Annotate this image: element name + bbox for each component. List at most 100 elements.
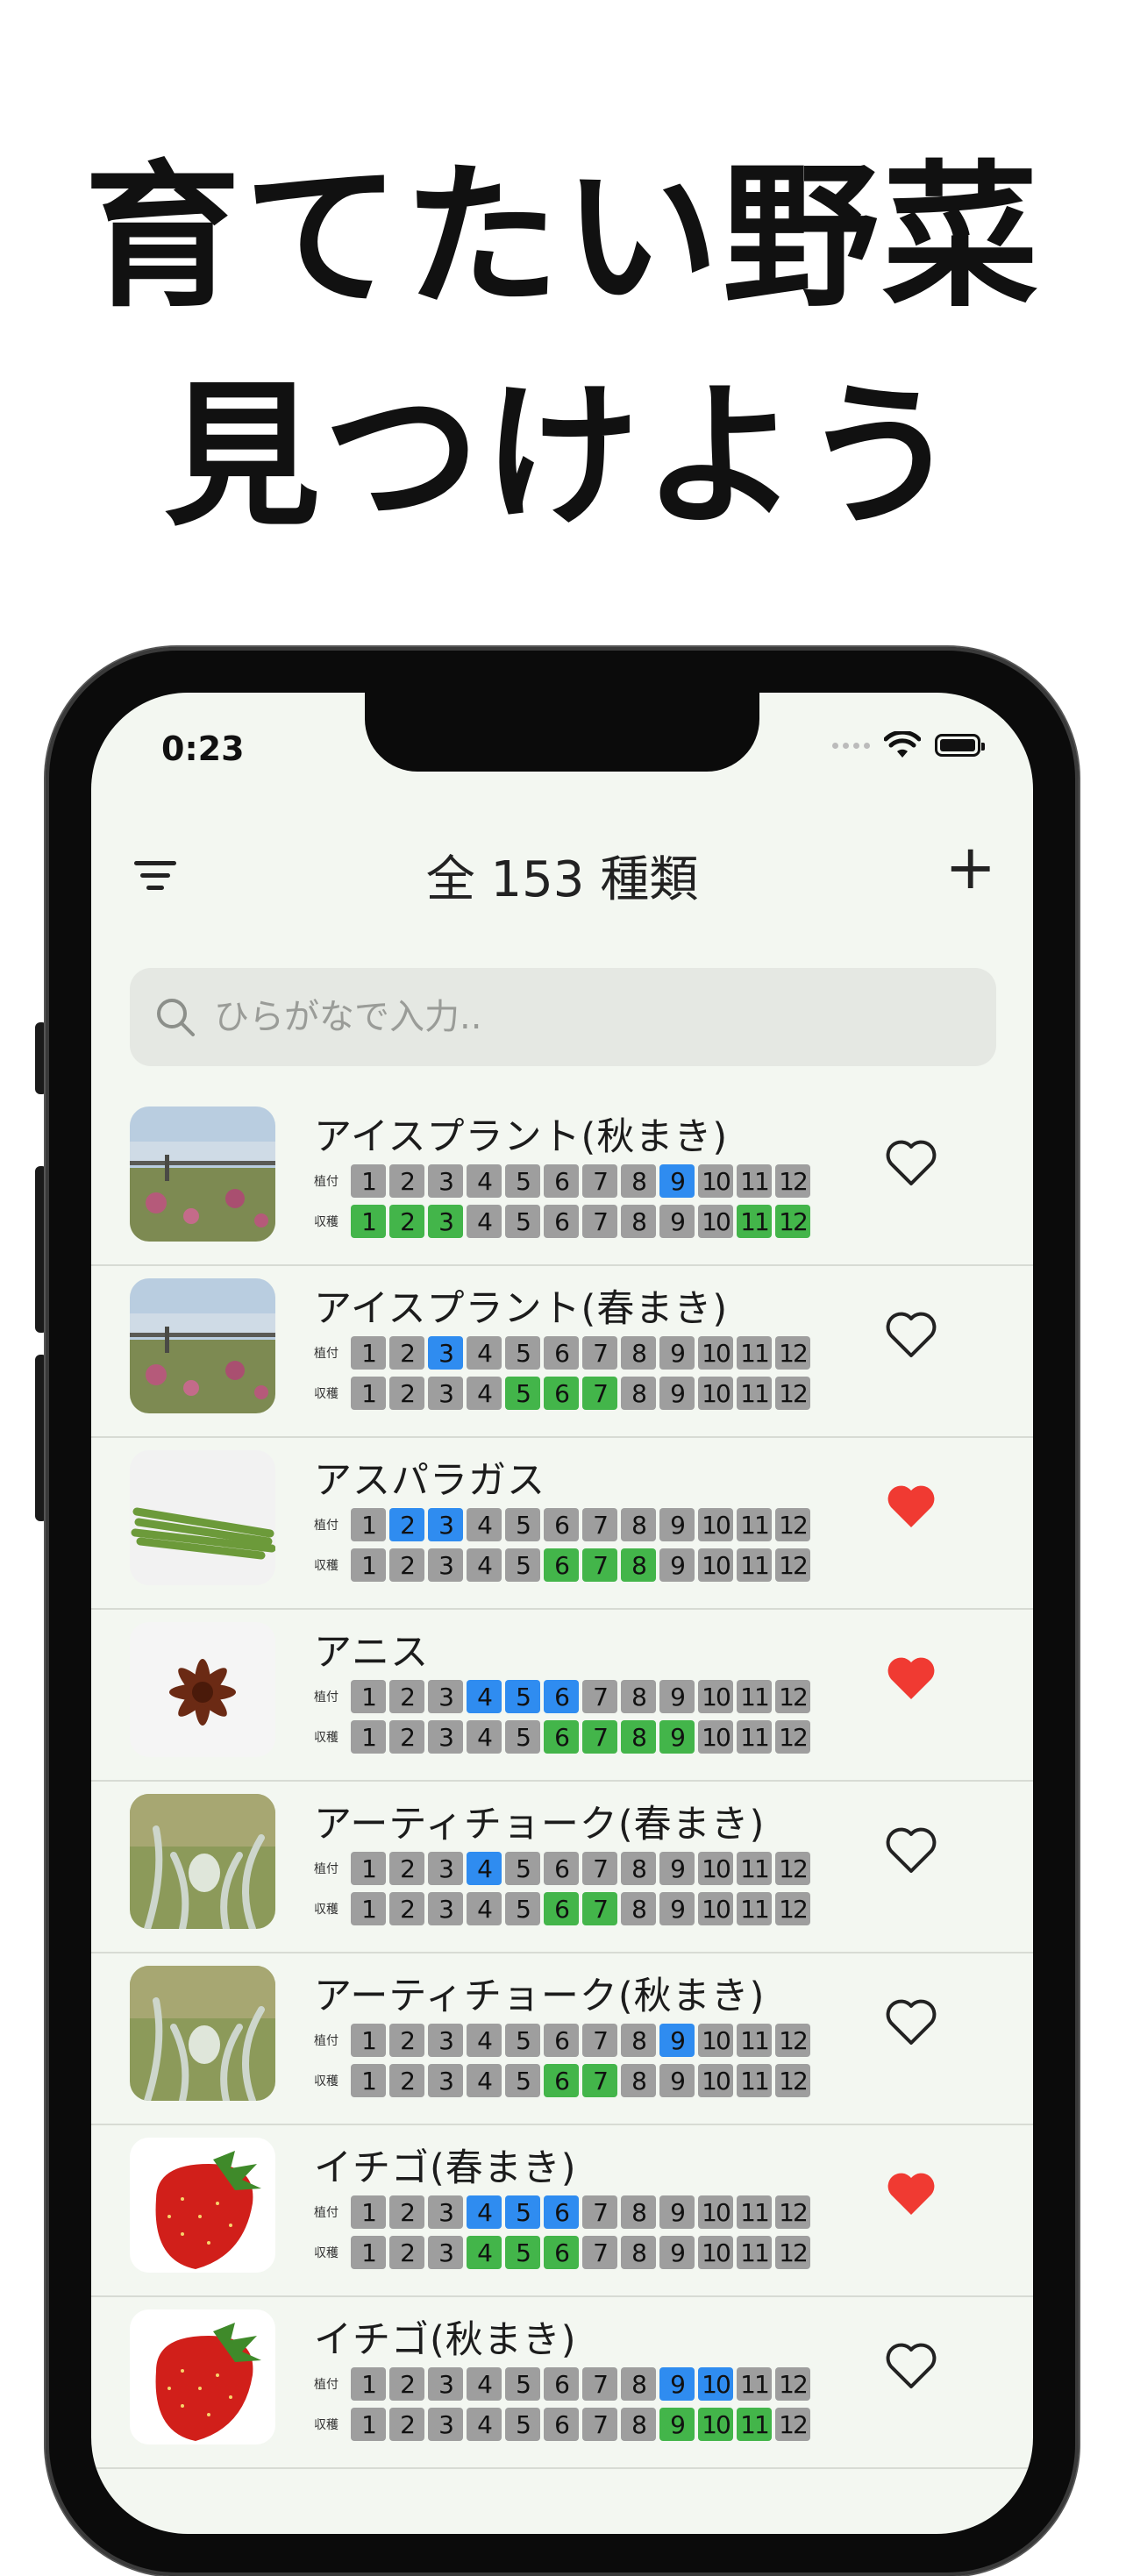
vegetable-name: アーティチョーク(春まき) — [314, 1803, 766, 1847]
heart-filled-icon[interactable] — [884, 2167, 938, 2218]
status-time: 0:23 — [161, 729, 245, 768]
month-cell: 5 — [505, 1720, 540, 1754]
list-item[interactable]: イチゴ(春まき) 植付 1 2 3 4 5 6 7 8 9 10 11 12 収穫 1 2 3 4 5 6 7 8 9 10 11… — [91, 2125, 1033, 2297]
month-cell: 2 — [389, 2024, 424, 2057]
sow-calendar-label: 植付 — [314, 1175, 339, 1189]
month-cell: 4 — [467, 2408, 502, 2441]
month-cell: 9 — [659, 1892, 695, 1925]
month-cell: 6 — [544, 1164, 579, 1198]
month-cell: 9 — [659, 1548, 695, 1582]
month-cell: 1 — [351, 1548, 386, 1582]
month-cell: 1 — [351, 2408, 386, 2441]
month-cell: 3 — [428, 2408, 463, 2441]
heart-outline-icon[interactable] — [884, 1824, 938, 1875]
month-cell: 9 — [659, 2236, 695, 2269]
search-icon — [157, 999, 195, 1036]
month-cell: 6 — [544, 1852, 579, 1885]
vegetable-name: イチゴ(春まき) — [314, 2146, 577, 2190]
month-cell: 5 — [505, 1164, 540, 1198]
month-cell: 1 — [351, 1680, 386, 1713]
heart-outline-icon[interactable] — [884, 1136, 938, 1187]
wifi-icon — [884, 731, 921, 758]
add-button[interactable]: + — [944, 836, 996, 898]
month-cell: 6 — [544, 1377, 579, 1410]
search-input[interactable] — [212, 996, 970, 1038]
month-cell: 4 — [467, 1508, 502, 1541]
month-cell: 11 — [737, 1680, 772, 1713]
month-cell: 9 — [659, 2064, 695, 2097]
month-cell: 2 — [389, 1336, 424, 1370]
month-cell: 2 — [389, 1508, 424, 1541]
list-item[interactable]: アーティチョーク(秋まき) 植付 1 2 3 4 5 6 7 8 9 10 11 12 収穫 1 2 3 4 5 6 7 8… — [91, 1953, 1033, 2125]
list-item[interactable]: アニス 植付 1 2 3 4 5 6 7 8 9 10 11 12 収穫 1 2 3 4 5 6 7 8 9 10 11 12 — [91, 1610, 1033, 1782]
month-cell: 7 — [582, 1336, 617, 1370]
month-cell: 5 — [505, 2064, 540, 2097]
month-cell: 2 — [389, 1205, 424, 1238]
list-item[interactable]: アイスプラント(春まき) 植付 1 2 3 4 5 6 7 8 9 10 11 12 収穫 1 2 3 4 5 6 7 8 9… — [91, 1266, 1033, 1438]
month-cell: 6 — [544, 1892, 579, 1925]
app-screen: 0:23 全 153 種類 + アイスプラント(秋まき)植付1234567891… — [91, 693, 1033, 2534]
month-cell: 4 — [467, 1680, 502, 1713]
month-cell: 7 — [582, 2195, 617, 2229]
month-cell: 5 — [505, 1548, 540, 1582]
month-cell: 5 — [505, 1892, 540, 1925]
month-cell: 12 — [775, 1852, 810, 1885]
month-cell: 6 — [544, 1508, 579, 1541]
month-cell: 11 — [737, 2236, 772, 2269]
month-cell: 8 — [621, 2195, 656, 2229]
strawberry-photo — [130, 2138, 275, 2273]
list-item[interactable]: アーティチョーク(春まき) 植付 1 2 3 4 5 6 7 8 9 10 11 12 収穫 1 2 3 4 5 6 7 8… — [91, 1782, 1033, 1953]
month-cell: 2 — [389, 2236, 424, 2269]
month-cell: 10 — [698, 1377, 733, 1410]
month-cell: 9 — [659, 1205, 695, 1238]
month-cell: 9 — [659, 2024, 695, 2057]
month-cell: 1 — [351, 2064, 386, 2097]
month-cell: 4 — [467, 1205, 502, 1238]
harvest-calendar: 収穫 1 2 3 4 5 6 7 8 9 10 11 12 — [314, 2408, 814, 2441]
vegetable-name: アスパラガス — [314, 1459, 545, 1503]
ice-plant-photo — [130, 1107, 275, 1242]
heart-outline-icon[interactable] — [884, 1308, 938, 1359]
month-cell: 3 — [428, 1205, 463, 1238]
month-cell: 7 — [582, 1508, 617, 1541]
month-cell: 12 — [775, 2408, 810, 2441]
list-item[interactable]: アスパラガス 植付 1 2 3 4 5 6 7 8 9 10 11 12 収穫 1 2 3 4 5 6 7 8 9 10 11 12 — [91, 1438, 1033, 1610]
star-anise-photo — [130, 1622, 275, 1757]
month-cell: 2 — [389, 2064, 424, 2097]
month-cell: 10 — [698, 1852, 733, 1885]
heart-outline-icon[interactable] — [884, 2339, 938, 2390]
month-cell: 12 — [775, 2367, 810, 2401]
month-cell: 7 — [582, 1892, 617, 1925]
month-cell: 4 — [467, 1892, 502, 1925]
month-cell: 2 — [389, 1164, 424, 1198]
vegetable-name: アーティチョーク(秋まき) — [314, 1975, 766, 2018]
month-cell: 1 — [351, 1892, 386, 1925]
harvest-calendar-label: 収穫 — [314, 1215, 339, 1229]
month-cell: 7 — [582, 1377, 617, 1410]
month-cell: 6 — [544, 2195, 579, 2229]
heart-filled-icon[interactable] — [884, 1652, 938, 1703]
harvest-calendar: 収穫 1 2 3 4 5 6 7 8 9 10 11 12 — [314, 1377, 814, 1410]
month-cell: 10 — [698, 1205, 733, 1238]
month-cell: 4 — [467, 1548, 502, 1582]
month-cell: 4 — [467, 2367, 502, 2401]
month-cell: 6 — [544, 1548, 579, 1582]
month-cell: 12 — [775, 1205, 810, 1238]
month-cell: 11 — [737, 2408, 772, 2441]
month-cell: 11 — [737, 1508, 772, 1541]
month-cell: 8 — [621, 1508, 656, 1541]
month-cell: 6 — [544, 2064, 579, 2097]
heart-filled-icon[interactable] — [884, 1480, 938, 1531]
month-cell: 1 — [351, 2236, 386, 2269]
list-item[interactable]: イチゴ(秋まき) 植付 1 2 3 4 5 6 7 8 9 10 11 12 収穫 1 2 3 4 5 6 7 8 9 10 11… — [91, 2297, 1033, 2469]
month-cell: 10 — [698, 1164, 733, 1198]
month-cell: 12 — [775, 1508, 810, 1541]
month-cell: 5 — [505, 2195, 540, 2229]
list-item[interactable]: アイスプラント(秋まき) 植付 1 2 3 4 5 6 7 8 9 10 11 12 収穫 1 2 3 4 5 6 7 8 9… — [91, 1094, 1033, 1266]
search-bar[interactable] — [130, 968, 996, 1066]
harvest-calendar-label: 収穫 — [314, 2418, 339, 2432]
heart-outline-icon[interactable] — [884, 1996, 938, 2046]
month-cell: 2 — [389, 2408, 424, 2441]
month-cell: 10 — [698, 1720, 733, 1754]
month-cell: 9 — [659, 2408, 695, 2441]
